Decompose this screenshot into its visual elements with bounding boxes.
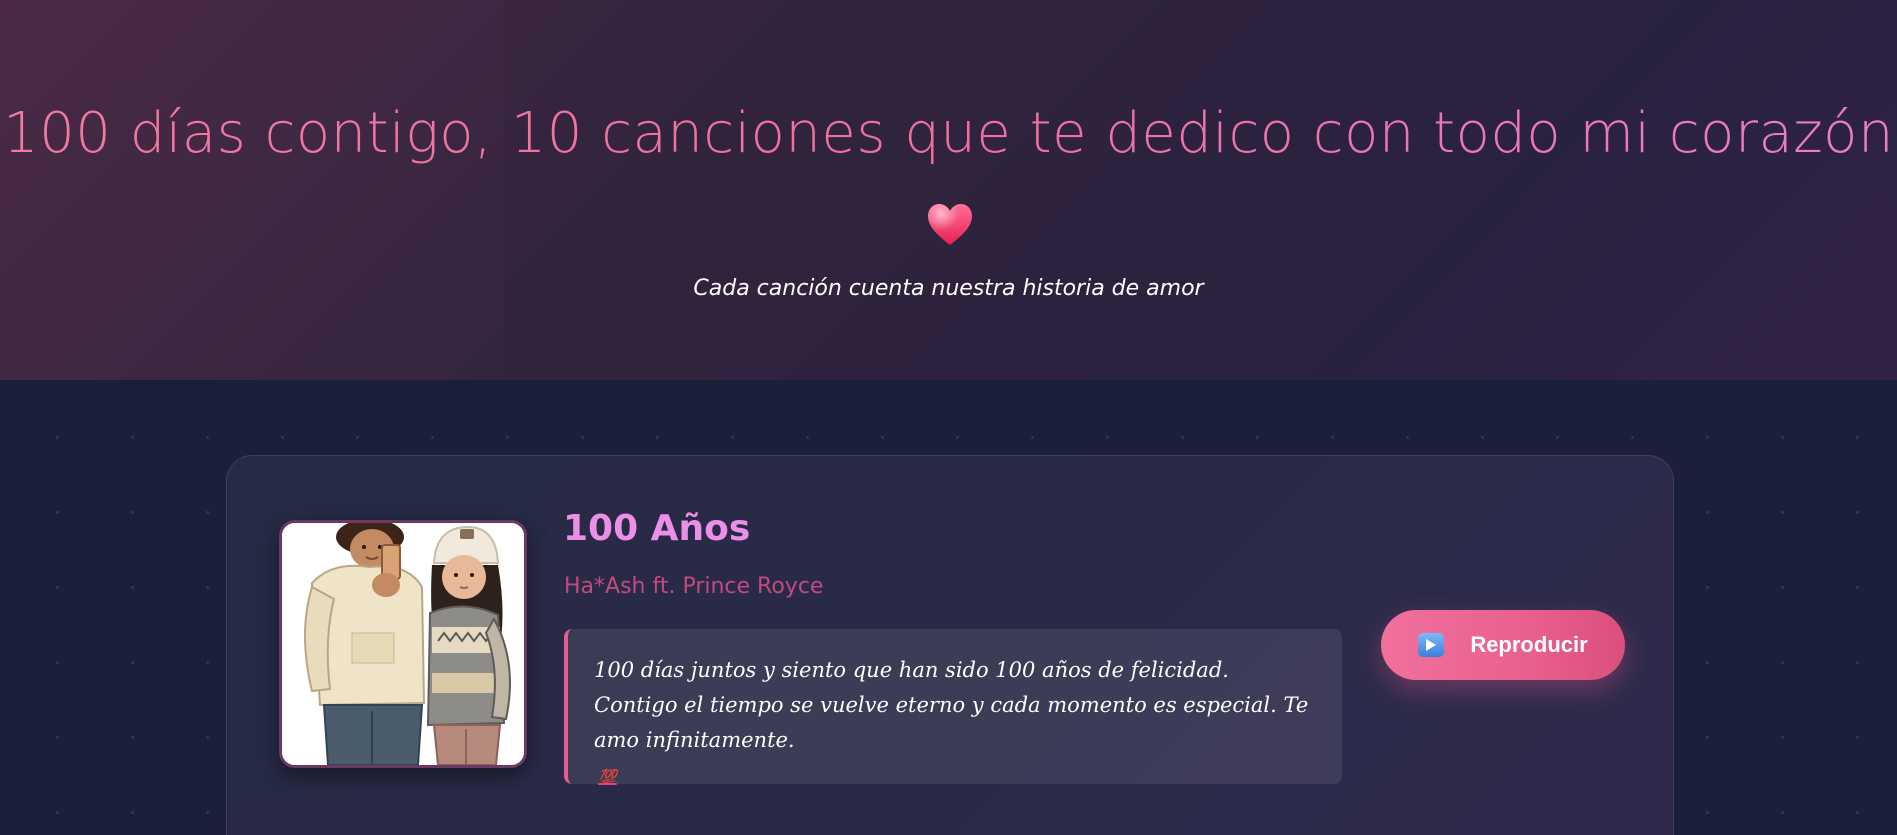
hundred-points-icon: 💯 [598,768,617,786]
heart-icon [928,204,972,245]
page-title: 100 días contigo, 10 canciones que te de… [0,92,1897,176]
dedication-message: 100 días juntos y siento que han sido 10… [594,658,1309,752]
play-button-label: Reproducir [1470,632,1588,657]
song-title: 100 Años [563,508,751,549]
play-icon [1418,633,1445,657]
hero-shade [504,0,1897,380]
dedication-quote: 100 días juntos y siento que han sido 10… [564,629,1342,786]
album-cover [279,520,527,768]
couple-illustration [282,523,524,765]
play-button[interactable]: Reproducir [1381,610,1625,680]
dedication-text: 100 días juntos y siento que han sido 10… [594,653,1314,795]
hero-header: 100 días contigo, 10 canciones que te de… [0,0,1897,380]
song-artist: Ha*Ash ft. Prince Royce [564,574,824,599]
page-subtitle: Cada canción cuenta nuestra historia de … [693,276,1204,301]
